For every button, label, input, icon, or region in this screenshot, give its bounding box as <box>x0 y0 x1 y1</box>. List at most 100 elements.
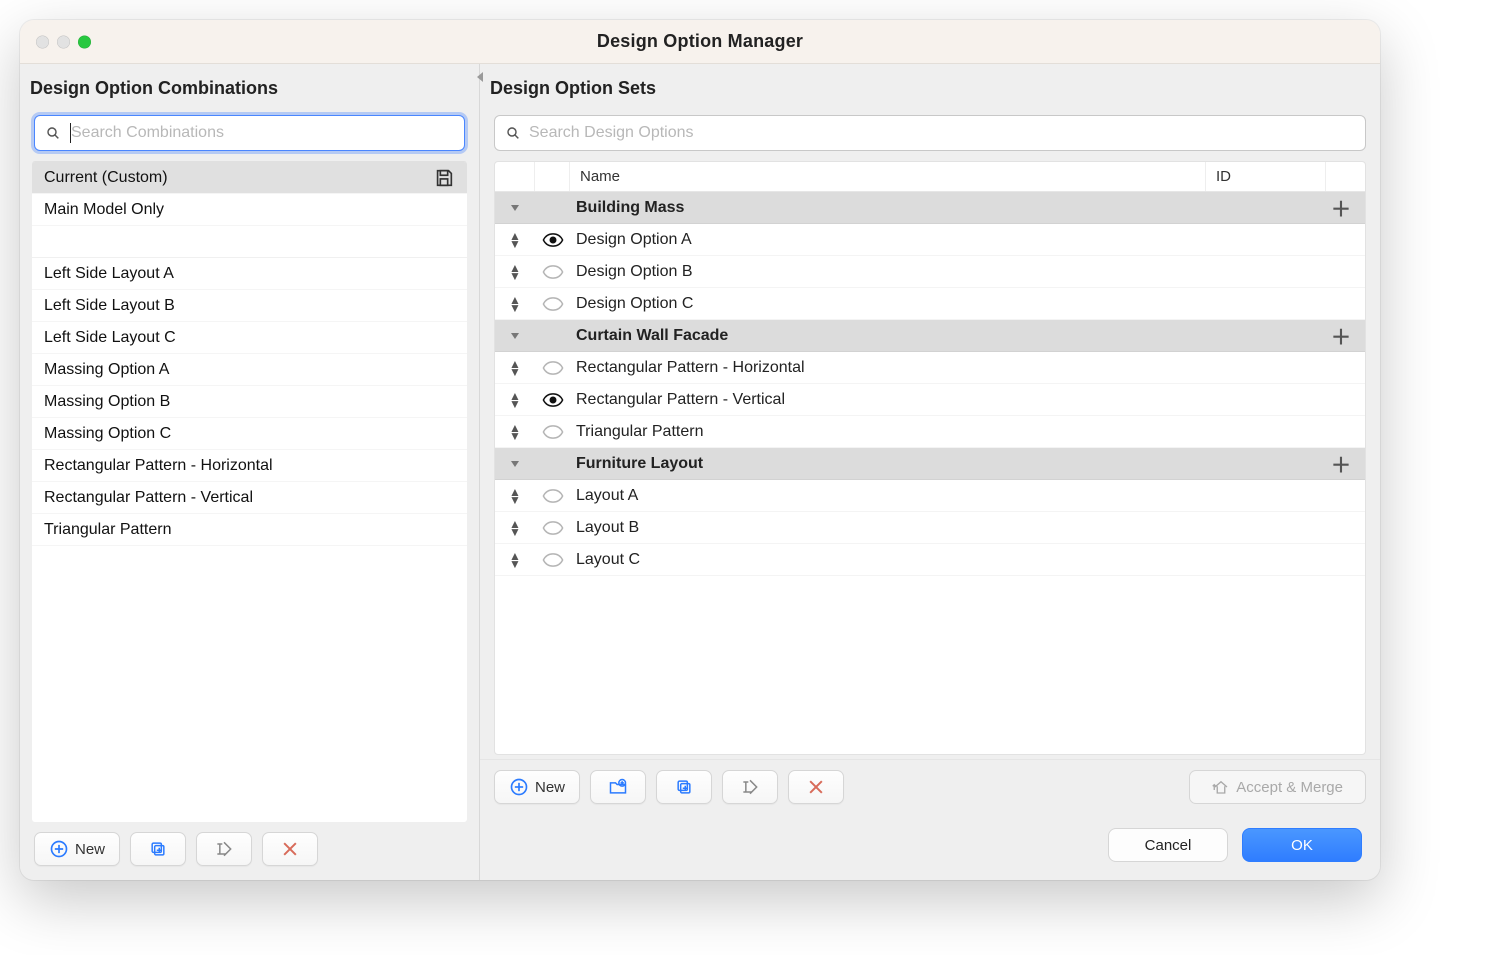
visibility-eye-icon[interactable] <box>535 233 570 247</box>
combination-label: Left Side Layout C <box>44 329 455 347</box>
combinations-panel: Design Option Combinations Current (Cust… <box>20 64 480 880</box>
visibility-eye-icon[interactable] <box>535 425 570 439</box>
design-option-row[interactable]: ▲▼Layout B <box>495 512 1365 544</box>
ok-label: OK <box>1291 837 1313 854</box>
option-set-group[interactable]: Building Mass＋ <box>495 192 1365 224</box>
rename-combination-button[interactable] <box>196 832 252 866</box>
duplicate-icon <box>148 839 168 859</box>
combination-label: Left Side Layout B <box>44 297 455 315</box>
combination-row[interactable]: Left Side Layout B <box>32 290 467 322</box>
reorder-handle-icon[interactable]: ▲▼ <box>495 552 535 568</box>
minimize-window-button[interactable] <box>57 35 70 48</box>
new-combination-button[interactable]: New <box>34 832 120 866</box>
close-window-button[interactable] <box>36 35 49 48</box>
option-set-group[interactable]: Furniture Layout＋ <box>495 448 1365 480</box>
new-option-set-button[interactable] <box>590 770 646 804</box>
column-header-id[interactable]: ID <box>1205 162 1325 191</box>
design-option-row[interactable]: ▲▼Layout A <box>495 480 1365 512</box>
plus-circle-icon <box>509 777 529 797</box>
combination-row[interactable]: Left Side Layout C <box>32 322 467 354</box>
combinations-search-input[interactable] <box>71 124 454 142</box>
delete-combination-button[interactable] <box>262 832 318 866</box>
accept-and-merge-button[interactable]: Accept & Merge <box>1189 770 1366 804</box>
design-option-name: Triangular Pattern <box>570 423 1365 441</box>
options-search-input[interactable] <box>529 124 1355 142</box>
delete-option-button[interactable] <box>788 770 844 804</box>
option-set-name: Building Mass <box>570 199 1317 217</box>
option-set-name: Curtain Wall Facade <box>570 327 1317 345</box>
disclosure-triangle-icon[interactable] <box>495 330 535 342</box>
combination-row[interactable]: Massing Option C <box>32 418 467 450</box>
design-option-name: Layout C <box>570 551 1365 569</box>
accept-and-merge-label: Accept & Merge <box>1236 779 1343 796</box>
reorder-handle-icon[interactable]: ▲▼ <box>495 296 535 312</box>
combination-row[interactable]: Massing Option B <box>32 386 467 418</box>
duplicate-combination-button[interactable] <box>130 832 186 866</box>
ok-button[interactable]: OK <box>1242 828 1362 862</box>
column-header-name[interactable]: Name <box>570 168 1205 185</box>
reorder-handle-icon[interactable]: ▲▼ <box>495 424 535 440</box>
save-icon[interactable] <box>433 167 455 189</box>
reorder-handle-icon[interactable]: ▲▼ <box>495 232 535 248</box>
combination-row[interactable]: Rectangular Pattern - Vertical <box>32 482 467 514</box>
combination-row[interactable]: Triangular Pattern <box>32 514 467 546</box>
titlebar: Design Option Manager <box>20 20 1380 64</box>
reorder-handle-icon[interactable]: ▲▼ <box>495 488 535 504</box>
combination-row[interactable]: Rectangular Pattern - Horizontal <box>32 450 467 482</box>
collapse-left-panel-handle[interactable] <box>475 70 485 84</box>
combination-row[interactable]: Main Model Only <box>32 194 467 226</box>
design-option-row[interactable]: ▲▼ Triangular Pattern <box>495 416 1365 448</box>
add-option-icon[interactable]: ＋ <box>1317 321 1365 350</box>
duplicate-icon <box>674 777 694 797</box>
design-option-row[interactable]: ▲▼Rectangular Pattern - Vertical <box>495 384 1365 416</box>
rename-option-button[interactable] <box>722 770 778 804</box>
zoom-window-button[interactable] <box>78 35 91 48</box>
combination-label: Massing Option A <box>44 361 455 379</box>
design-option-row[interactable]: ▲▼Design Option B <box>495 256 1365 288</box>
combination-label: Rectangular Pattern - Vertical <box>44 489 455 507</box>
combination-row[interactable]: Current (Custom) <box>32 162 467 194</box>
design-option-row[interactable]: ▲▼ Layout C <box>495 544 1365 576</box>
combination-row[interactable]: Left Side Layout A <box>32 258 467 290</box>
combination-label: Rectangular Pattern - Horizontal <box>44 457 455 475</box>
visibility-eye-icon[interactable] <box>535 297 570 311</box>
combination-label: Massing Option B <box>44 393 455 411</box>
disclosure-triangle-icon[interactable] <box>495 458 535 470</box>
option-sets-panel-title: Design Option Sets <box>480 64 1380 109</box>
add-option-icon[interactable]: ＋ <box>1317 449 1365 478</box>
add-option-icon[interactable]: ＋ <box>1317 193 1365 222</box>
reorder-handle-icon[interactable]: ▲▼ <box>495 520 535 536</box>
combination-label: Main Model Only <box>44 201 455 219</box>
new-option-button[interactable]: New <box>494 770 580 804</box>
reorder-handle-icon[interactable]: ▲▼ <box>495 392 535 408</box>
design-option-name: Design Option C <box>570 295 1365 313</box>
design-option-manager-window: Design Option Manager Design Option Comb… <box>20 20 1380 880</box>
visibility-eye-icon[interactable] <box>535 361 570 375</box>
option-set-group[interactable]: Curtain Wall Facade＋ <box>495 320 1365 352</box>
combinations-list[interactable]: Current (Custom) Main Model Only Left Side… <box>32 161 467 822</box>
combination-label: Left Side Layout A <box>44 265 455 283</box>
options-search[interactable] <box>494 115 1366 151</box>
cancel-button[interactable]: Cancel <box>1108 828 1228 862</box>
visibility-eye-icon[interactable] <box>535 265 570 279</box>
design-option-row[interactable]: ▲▼ Design Option C <box>495 288 1365 320</box>
rename-icon <box>214 839 234 859</box>
option-sets-panel: Design Option Sets Name ID Buildin <box>480 64 1380 880</box>
cancel-label: Cancel <box>1145 837 1192 854</box>
disclosure-triangle-icon[interactable] <box>495 202 535 214</box>
reorder-handle-icon[interactable]: ▲▼ <box>495 360 535 376</box>
new-combination-label: New <box>75 841 105 858</box>
visibility-eye-icon[interactable] <box>535 393 570 407</box>
rename-icon <box>740 777 760 797</box>
visibility-eye-icon[interactable] <box>535 553 570 567</box>
design-option-row[interactable]: ▲▼Rectangular Pattern - Horizontal <box>495 352 1365 384</box>
duplicate-option-button[interactable] <box>656 770 712 804</box>
combination-row[interactable]: Massing Option A <box>32 354 467 386</box>
visibility-eye-icon[interactable] <box>535 521 570 535</box>
option-sets-header: Name ID <box>495 162 1365 192</box>
visibility-eye-icon[interactable] <box>535 489 570 503</box>
reorder-handle-icon[interactable]: ▲▼ <box>495 264 535 280</box>
combinations-search[interactable] <box>34 115 465 151</box>
design-option-row[interactable]: ▲▼Design Option A <box>495 224 1365 256</box>
option-sets-tree: Name ID Building Mass＋▲▼Design Option A▲… <box>494 161 1366 755</box>
